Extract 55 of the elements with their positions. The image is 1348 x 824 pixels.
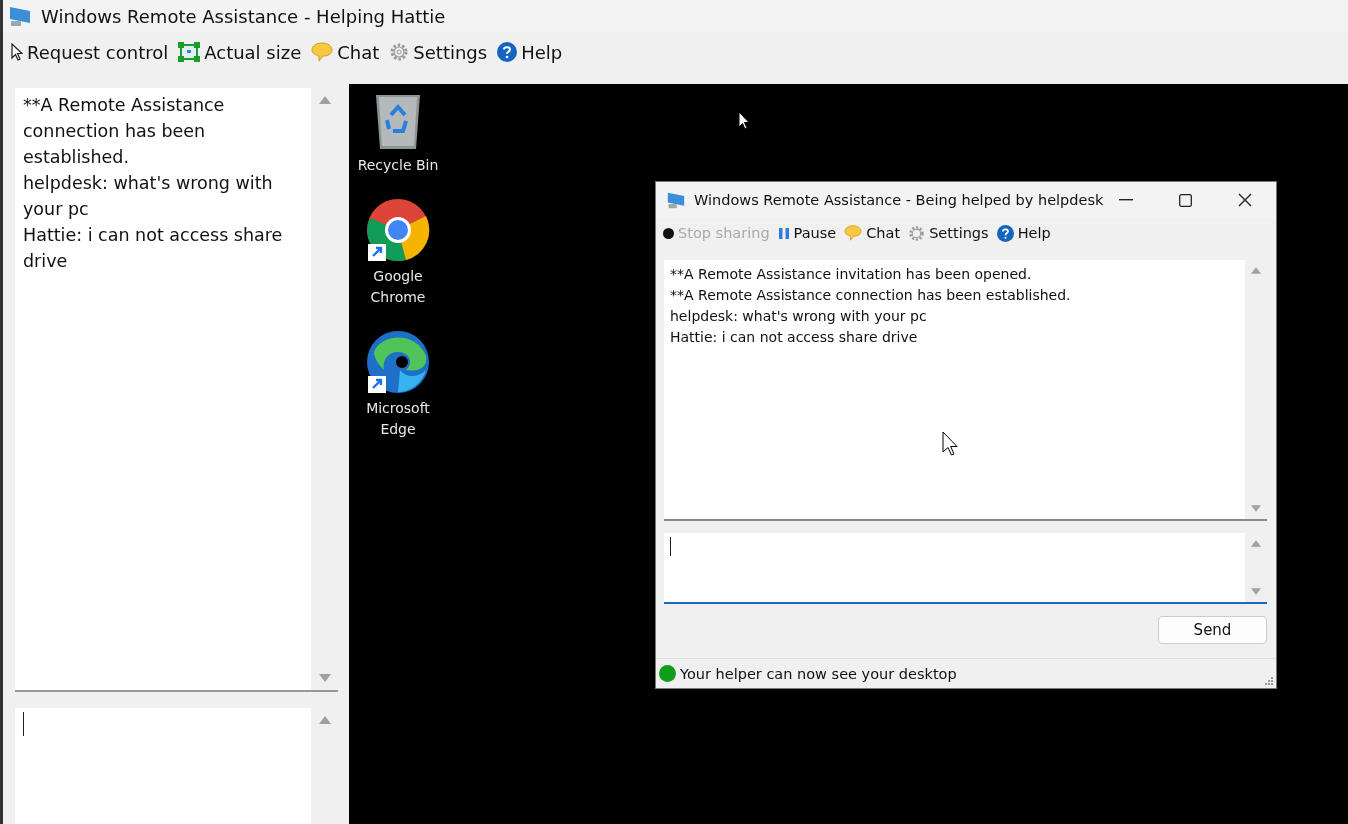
chat-message: Hattie: i can not access share drive — [23, 224, 284, 273]
text-caret — [670, 537, 671, 556]
desktop-shortcut[interactable]: Microsoft Edge — [349, 330, 447, 440]
message-input[interactable] — [664, 533, 1267, 604]
resize-grip-icon[interactable] — [1264, 676, 1273, 685]
scroll-up-icon[interactable] — [1251, 540, 1261, 547]
recycle-bin-icon — [373, 93, 423, 151]
resize-icon — [178, 42, 201, 62]
window-title: Windows Remote Assistance - Being helped by helpdesk — [694, 192, 1104, 208]
scroll-up-icon[interactable] — [1251, 267, 1261, 274]
chat-message: helpdesk: what's wrong with your pc — [23, 172, 274, 221]
minimize-icon[interactable] — [1119, 199, 1133, 201]
chat-message: **A Remote Assistance connection has been established. — [670, 286, 1072, 305]
chat-message: Hattie: i can not access share drive — [670, 328, 919, 347]
toolbar-button[interactable]: Actual size — [174, 39, 306, 65]
pointer-icon — [11, 43, 23, 61]
gear-icon — [908, 224, 926, 242]
toolbar-button[interactable]: Pause — [773, 224, 841, 242]
mouse-pointer-icon — [942, 431, 959, 457]
toolbar-button[interactable]: Help — [493, 39, 567, 65]
monitor-icon — [8, 5, 32, 27]
speech-bubble-icon — [844, 225, 863, 241]
record-dot-icon — [663, 227, 674, 239]
speech-bubble-icon — [311, 42, 334, 62]
help-icon — [996, 224, 1014, 242]
help-icon — [497, 42, 518, 62]
chat-message: **A Remote Assistance connection has been established. — [23, 94, 226, 169]
scroll-down-icon[interactable] — [318, 674, 331, 682]
toolbar-button[interactable]: Settings — [904, 223, 993, 243]
pause-icon — [777, 226, 790, 240]
toolbar-button[interactable]: Request control — [7, 39, 173, 65]
status-text: Your helper can now see your desktop — [680, 665, 957, 682]
maximize-icon[interactable] — [1179, 193, 1192, 207]
toolbar-button[interactable]: Settings — [385, 39, 492, 65]
chrome-logo-icon — [366, 198, 430, 262]
send-button[interactable]: Send — [1158, 616, 1267, 644]
text-caret — [23, 712, 24, 736]
mouse-pointer-icon — [738, 111, 750, 131]
desktop-shortcut[interactable]: Google Chrome — [349, 198, 447, 308]
monitor-icon — [666, 191, 686, 209]
message-input[interactable] — [15, 708, 338, 824]
gear-icon — [389, 42, 410, 62]
chat-message: **A Remote Assistance invitation has been opened. — [670, 265, 1033, 284]
scroll-down-icon[interactable] — [1251, 588, 1261, 595]
toolbar-button[interactable]: Chat — [840, 224, 905, 242]
scroll-down-icon[interactable] — [1251, 505, 1261, 512]
toolbar-button[interactable]: Help — [992, 223, 1055, 243]
scroll-up-icon[interactable] — [318, 716, 331, 724]
desktop-shortcut[interactable]: Recycle Bin — [349, 93, 447, 176]
window-title: Windows Remote Assistance - Helping Hattie — [41, 5, 446, 27]
scroll-up-icon[interactable] — [318, 96, 331, 104]
edge-logo-icon — [366, 330, 430, 394]
chat-message: helpdesk: what's wrong with your pc — [670, 307, 928, 326]
toolbar-button[interactable]: Chat — [307, 39, 384, 65]
close-icon[interactable] — [1238, 193, 1252, 207]
